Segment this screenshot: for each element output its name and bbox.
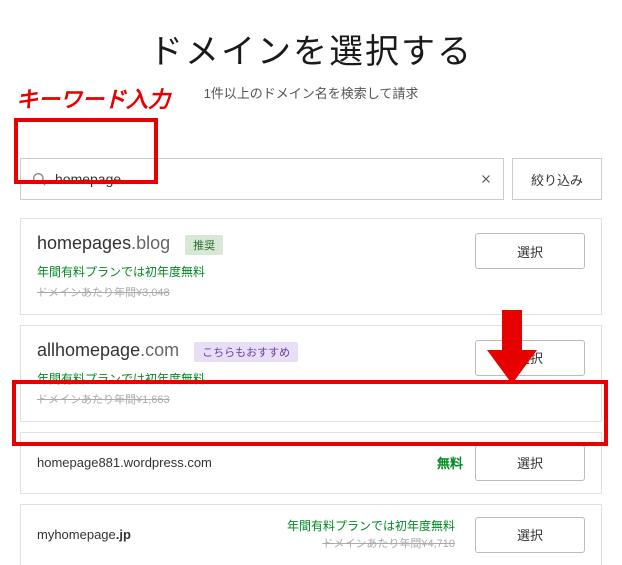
domain-name-full: homepage881.wordpress.com xyxy=(37,455,212,470)
card-right: 無料 選択 xyxy=(437,445,585,481)
promo-text: 年間有料プランでは初年度無料 xyxy=(287,518,455,535)
domain-tld: .jp xyxy=(116,527,131,542)
clear-icon[interactable] xyxy=(479,172,493,186)
card-right: 選択 xyxy=(475,340,585,376)
card-right: 選択 xyxy=(475,233,585,269)
select-button[interactable]: 選択 xyxy=(475,233,585,269)
badge-recommended: 推奨 xyxy=(185,235,223,255)
search-icon xyxy=(31,171,47,187)
domain-info: homepages.blog 推奨 年間有料プランでは初年度無料 ドメインあたり… xyxy=(37,233,475,300)
strike-price: ドメインあたり年間¥1,663 xyxy=(37,391,475,407)
domain-info: allhomepage.com こちらもおすすめ 年間有料プランでは初年度無料 … xyxy=(37,340,475,407)
search-box[interactable] xyxy=(20,158,504,200)
search-input[interactable] xyxy=(47,171,479,187)
domain-list: homepages.blog 推奨 年間有料プランでは初年度無料 ドメインあたり… xyxy=(20,218,602,565)
promo-text: 年間有料プランでは初年度無料 xyxy=(37,263,475,280)
page-title: ドメインを選択する xyxy=(0,24,622,73)
domain-card-1: homepages.blog 推奨 年間有料プランでは初年度無料 ドメインあたり… xyxy=(20,218,602,315)
select-button[interactable]: 選択 xyxy=(475,445,585,481)
domain-base: homepages xyxy=(37,233,131,253)
domain-card-2: allhomepage.com こちらもおすすめ 年間有料プランでは初年度無料 … xyxy=(20,325,602,422)
domain-card-3: homepage881.wordpress.com 無料 選択 xyxy=(20,432,602,494)
promo-text: 年間有料プランでは初年度無料 xyxy=(37,370,475,387)
domain-tld: .blog xyxy=(131,233,170,253)
strike-price: ドメインあたり年間¥4,710 xyxy=(287,535,455,551)
domain-card-4: myhomepage.jp 年間有料プランでは初年度無料 ドメインあたり年間¥4… xyxy=(20,504,602,565)
domain-name: homepages.blog xyxy=(37,233,175,253)
domain-name: myhomepage.jp xyxy=(37,527,131,542)
domain-base: allhomepage xyxy=(37,340,140,360)
strike-price: ドメインあたり年間¥3,048 xyxy=(37,284,475,300)
price-free-label: 無料 xyxy=(437,453,463,472)
domain-info: homepage881.wordpress.com xyxy=(37,454,437,472)
filter-button[interactable]: 絞り込み xyxy=(512,158,602,200)
domain-name: allhomepage.com xyxy=(37,340,184,360)
select-button[interactable]: 選択 xyxy=(475,340,585,376)
domain-base: myhomepage xyxy=(37,527,116,542)
domain-tld: .com xyxy=(140,340,179,360)
search-row: 絞り込み xyxy=(20,158,602,200)
annotation-keyword-label: キーワード入力 xyxy=(16,82,170,114)
badge-also-recommended: こちらもおすすめ xyxy=(194,342,298,362)
